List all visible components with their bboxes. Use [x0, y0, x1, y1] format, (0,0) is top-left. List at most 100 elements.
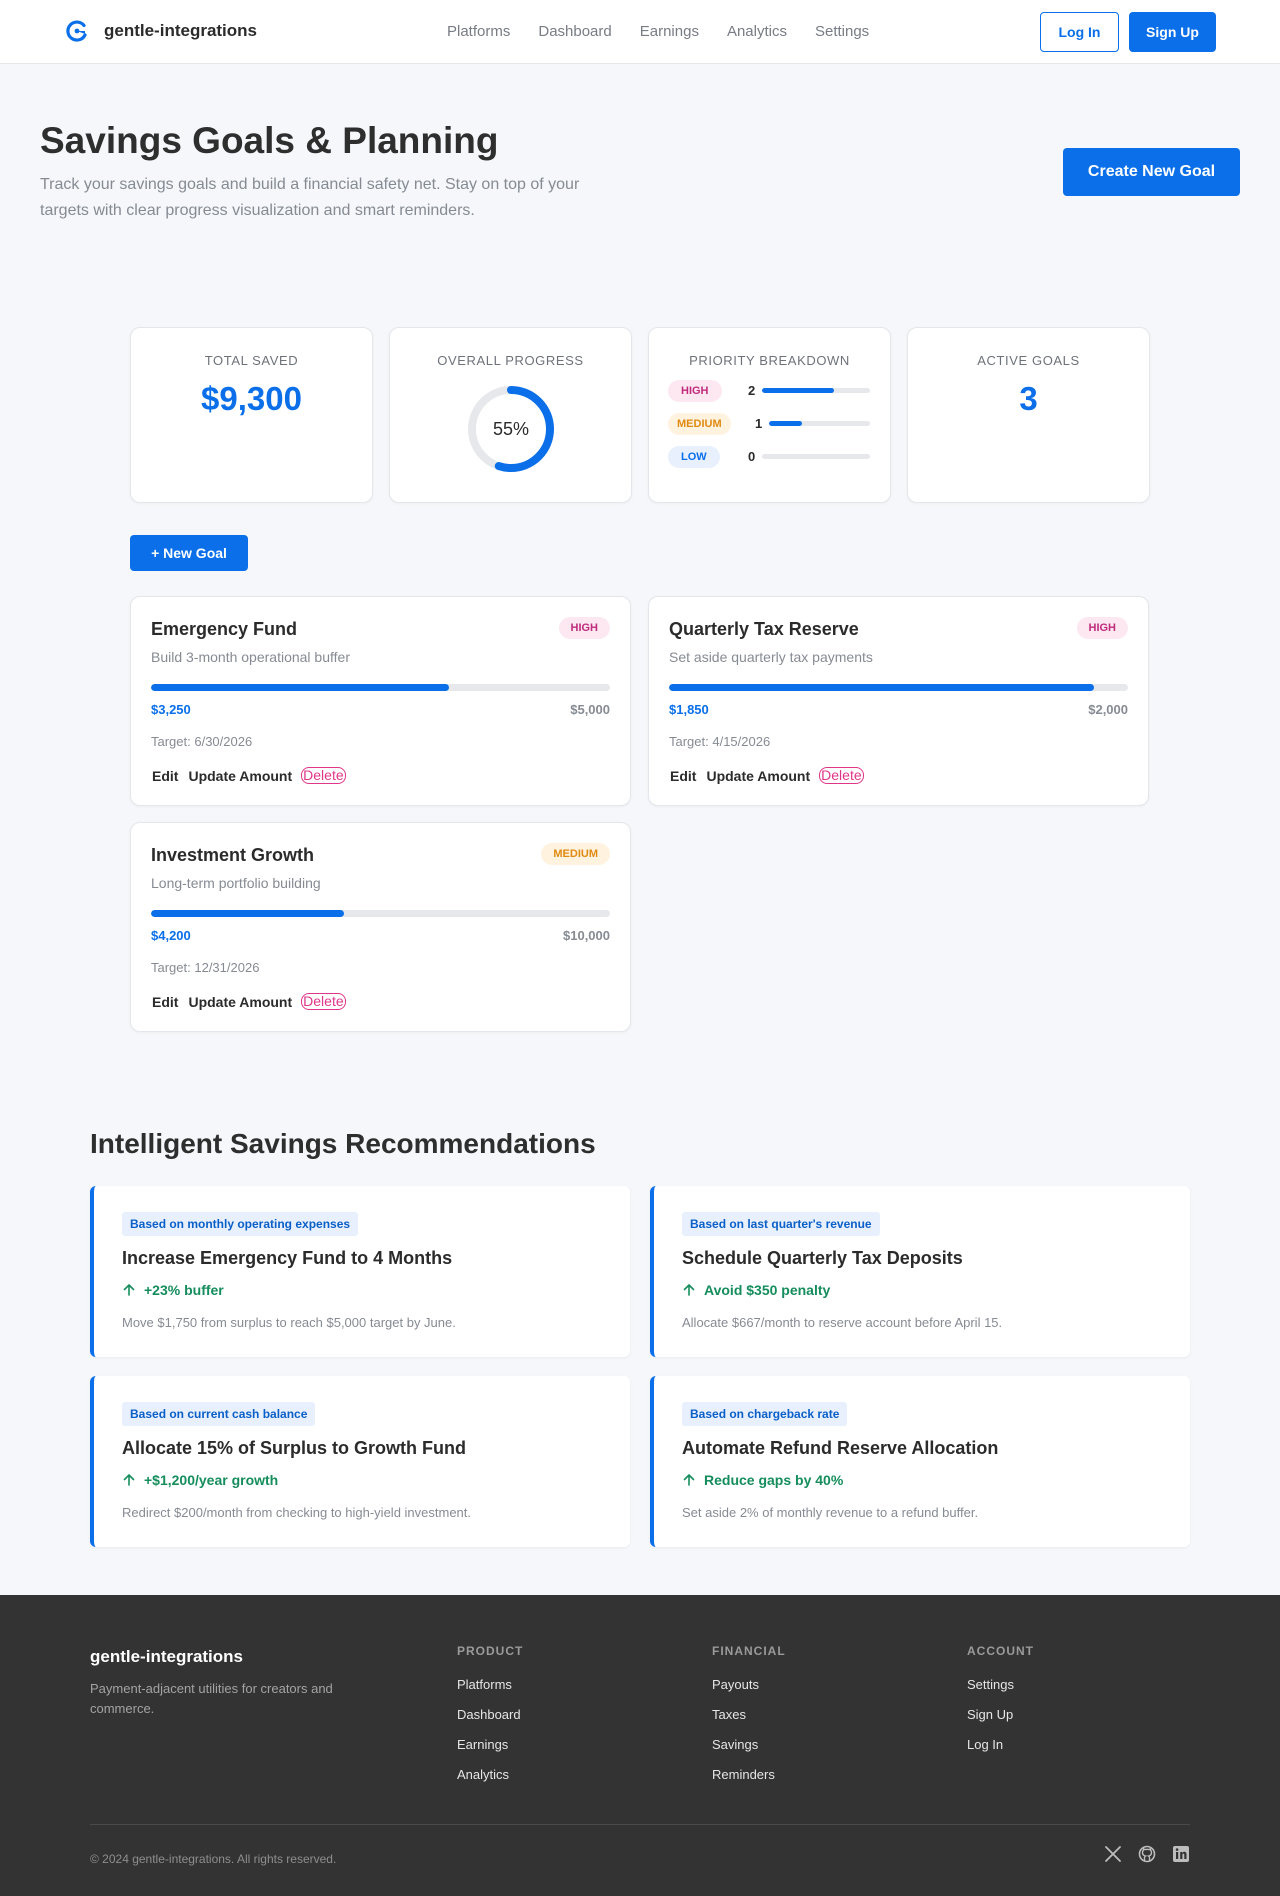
footer-column-product: PRODUCT Platforms Dashboard Earnings Ana…	[457, 1644, 523, 1797]
goal-title: Quarterly Tax Reserve	[669, 619, 859, 639]
footer-brand: gentle-integrations	[90, 1647, 244, 1666]
github-icon[interactable]	[1138, 1845, 1156, 1863]
priority-count: 1	[755, 416, 763, 431]
active-goals-value: 3	[1019, 380, 1038, 417]
footer-link-log-in[interactable]: Log In	[967, 1737, 1034, 1752]
brand-name: gentle-integrations	[104, 21, 258, 40]
recommendation-tag: Based on monthly operating expenses	[122, 1212, 359, 1236]
nav-link-dashboard[interactable]: Dashboard	[538, 23, 611, 40]
recommendation-title: Schedule Quarterly Tax Deposits	[682, 1248, 963, 1268]
brand-logo-icon	[66, 20, 87, 42]
priority-row-medium: MEDIUM 1	[668, 413, 870, 435]
recommendation-impact-text: Avoid $350 penalty	[704, 1282, 831, 1298]
goal-target-amount: $10,000	[563, 928, 610, 943]
new-goal-button[interactable]: + New Goal	[130, 535, 248, 571]
goal-target-amount: $5,000	[570, 702, 610, 717]
x-twitter-icon[interactable]	[1104, 1845, 1122, 1863]
recommendation-card[interactable]: Based on monthly operating expenses Incr…	[90, 1186, 630, 1357]
goal-actions: Edit Update Amount Delete	[151, 993, 346, 1010]
footer-column-title: ACCOUNT	[967, 1644, 1034, 1658]
recommendation-impact: Avoid $350 penalty	[682, 1282, 830, 1298]
delete-button[interactable]: Delete	[301, 767, 346, 784]
recommendation-detail: Redirect $200/month from checking to hig…	[122, 1505, 472, 1520]
footer-link-platforms[interactable]: Platforms	[457, 1677, 523, 1692]
goal-target-date: Target: 6/30/2026	[151, 734, 253, 749]
footer-link-earnings[interactable]: Earnings	[457, 1737, 523, 1752]
priority-bar	[762, 388, 870, 393]
arrow-up-icon	[683, 1284, 695, 1296]
footer-column-financial: FINANCIAL Payouts Taxes Savings Reminder…	[712, 1644, 786, 1797]
footer-link-sign-up[interactable]: Sign Up	[967, 1707, 1034, 1722]
recommendation-impact-text: Reduce gaps by 40%	[704, 1472, 844, 1488]
footer-link-analytics[interactable]: Analytics	[457, 1767, 523, 1782]
goal-current-amount: $4,200	[151, 928, 191, 943]
priority-row-low: LOW 0	[668, 446, 870, 468]
goal-priority-badge: MEDIUM	[541, 843, 610, 865]
goal-priority-badge: HIGH	[1076, 617, 1128, 639]
update-amount-button[interactable]: Update Amount	[705, 768, 811, 784]
update-amount-button[interactable]: Update Amount	[187, 994, 293, 1010]
goal-title: Investment Growth	[151, 845, 315, 865]
footer-link-dashboard[interactable]: Dashboard	[457, 1707, 523, 1722]
create-new-goal-button[interactable]: Create New Goal	[1063, 148, 1240, 196]
priority-bar	[769, 421, 870, 426]
footer-link-reminders[interactable]: Reminders	[712, 1767, 786, 1782]
nav-link-platforms[interactable]: Platforms	[447, 23, 510, 40]
delete-button[interactable]: Delete	[301, 993, 346, 1010]
page-title: Savings Goals & Planning	[40, 120, 499, 161]
stat-card-total-saved: TOTAL SAVED $9,300	[130, 327, 373, 503]
delete-button[interactable]: Delete	[819, 767, 864, 784]
update-amount-button[interactable]: Update Amount	[187, 768, 293, 784]
footer-link-settings[interactable]: Settings	[967, 1677, 1034, 1692]
edit-button[interactable]: Edit	[669, 768, 697, 784]
recommendation-detail: Set aside 2% of monthly revenue to a ref…	[682, 1505, 979, 1520]
recommendation-card[interactable]: Based on last quarter's revenue Schedule…	[650, 1186, 1190, 1357]
goal-title: Emergency Fund	[151, 619, 298, 639]
top-nav: gentle-integrations Platforms Dashboard …	[0, 0, 1280, 64]
arrow-up-icon	[683, 1474, 695, 1486]
recommendation-title: Automate Refund Reserve Allocation	[682, 1438, 999, 1458]
recommendation-impact: +$1,200/year growth	[122, 1472, 278, 1488]
goal-description: Build 3-month operational buffer	[151, 649, 350, 665]
goal-card: Emergency Fund HIGH Build 3-month operat…	[130, 596, 631, 806]
footer-column-title: PRODUCT	[457, 1644, 524, 1658]
goal-card: Quarterly Tax Reserve HIGH Set aside qua…	[648, 596, 1149, 806]
footer: gentle-integrations Payment-adjacent uti…	[0, 1595, 1280, 1896]
goal-target-date: Target: 12/31/2026	[151, 960, 260, 975]
recommendation-detail: Move $1,750 from surplus to reach $5,000…	[122, 1315, 456, 1330]
footer-link-savings[interactable]: Savings	[712, 1737, 786, 1752]
nav-link-analytics[interactable]: Analytics	[727, 23, 787, 40]
footer-divider	[90, 1824, 1190, 1825]
footer-link-taxes[interactable]: Taxes	[712, 1707, 786, 1722]
recommendation-card[interactable]: Based on current cash balance Allocate 1…	[90, 1376, 630, 1547]
footer-column-title: FINANCIAL	[712, 1644, 786, 1658]
stat-card-active-goals: ACTIVE GOALS 3	[907, 327, 1150, 503]
recommendation-impact: +23% buffer	[122, 1282, 224, 1298]
recommendation-impact: Reduce gaps by 40%	[682, 1472, 843, 1488]
brand[interactable]: gentle-integrations	[64, 18, 257, 44]
stat-label: PRIORITY BREAKDOWN	[689, 353, 850, 368]
linkedin-icon[interactable]	[1172, 1845, 1190, 1863]
stat-card-overall-progress: OVERALL PROGRESS 55%	[389, 327, 632, 503]
footer-tagline: Payment-adjacent utilities for creators …	[90, 1681, 333, 1716]
page-subtitle: Track your savings goals and build a fin…	[40, 176, 580, 219]
footer-link-payouts[interactable]: Payouts	[712, 1677, 786, 1692]
priority-badge-high: HIGH	[668, 380, 722, 402]
edit-button[interactable]: Edit	[151, 768, 179, 784]
edit-button[interactable]: Edit	[151, 994, 179, 1010]
nav-link-settings[interactable]: Settings	[815, 23, 869, 40]
goal-current-amount: $1,850	[669, 702, 709, 717]
signup-button[interactable]: Sign Up	[1129, 12, 1216, 52]
priority-bar	[762, 454, 870, 459]
login-button[interactable]: Log In	[1040, 12, 1119, 52]
nav-link-earnings[interactable]: Earnings	[640, 23, 699, 40]
priority-count: 0	[748, 449, 756, 464]
recommendation-card[interactable]: Based on chargeback rate Automate Refund…	[650, 1376, 1190, 1547]
goal-description: Set aside quarterly tax payments	[669, 649, 873, 665]
priority-count: 2	[748, 383, 756, 398]
recommendation-tag: Based on current cash balance	[122, 1402, 316, 1426]
recommendation-tag: Based on chargeback rate	[682, 1402, 848, 1426]
nav-links: Platforms Dashboard Earnings Analytics S…	[447, 23, 869, 40]
goal-actions: Edit Update Amount Delete	[151, 767, 346, 784]
stat-label: OVERALL PROGRESS	[437, 353, 584, 368]
